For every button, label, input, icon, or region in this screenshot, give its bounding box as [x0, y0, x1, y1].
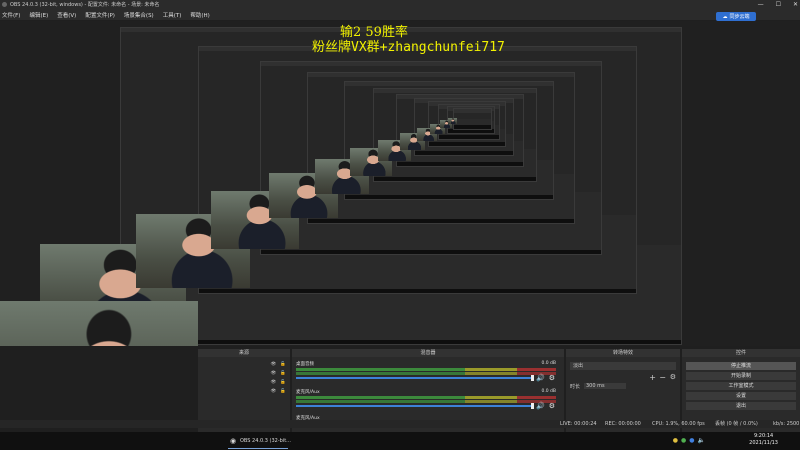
eye-icon[interactable]: 👁 [271, 389, 277, 395]
source-row[interactable]: 👁 🔓 [202, 371, 286, 377]
eye-icon[interactable]: 👁 [271, 371, 277, 377]
plus-icon[interactable]: + [649, 373, 656, 382]
speaker-icon[interactable]: 🔊 [536, 374, 545, 382]
duration-row: 时长 300 ms [570, 383, 676, 391]
volume-meter [296, 372, 556, 375]
lock-icon[interactable]: 🔓 [280, 389, 286, 395]
cpu-fps: CPU: 1.9%, 60.00 fps [652, 421, 705, 427]
maximize-button[interactable]: ☐ [776, 1, 781, 8]
source-row[interactable]: 👁 🔓 [202, 362, 286, 368]
gear-icon[interactable]: ⚙ [549, 374, 555, 382]
mixer-title: 混音器 [292, 349, 564, 357]
volume-slider[interactable] [296, 405, 534, 407]
windows-taskbar: ◉ OBS 24.0.3 (32-bit... ● ● ● 🔈 9:20:14 … [0, 432, 800, 450]
taskbar-obs-label: OBS 24.0.3 (32-bit... [240, 438, 291, 444]
sync-cloud-button[interactable]: ☁ 同步云端 [716, 12, 756, 21]
transition-add-remove: + − ⚙ [570, 373, 676, 382]
eye-icon[interactable]: 👁 [271, 362, 277, 368]
duration-label: 时长 [570, 384, 581, 390]
transitions-title: 转场特效 [566, 349, 680, 357]
speaker-icon[interactable]: 🔊 [536, 402, 545, 410]
menu-help[interactable]: 帮助(H) [190, 11, 209, 19]
exit-button[interactable]: 退出 [686, 402, 796, 410]
gear-icon[interactable]: ⚙ [549, 402, 555, 410]
source-row[interactable]: 👁 🔓 [202, 389, 286, 395]
clock-time: 9:20:14 [753, 433, 774, 439]
volume-meter [296, 400, 556, 403]
rec-timer: REC: 00:00:00 [605, 421, 641, 427]
webcam-feed-main [0, 301, 198, 346]
tray-icon[interactable]: ● [689, 437, 694, 444]
preview-canvas[interactable]: 输2 59胜率 粉丝牌VX群+zhangchunfei717 [0, 21, 800, 346]
close-button[interactable]: ✕ [793, 1, 798, 8]
speaker-icon[interactable]: 🔈 [698, 437, 705, 444]
volume-slider[interactable] [296, 377, 534, 379]
volume-meter [296, 368, 556, 371]
cloud-icon: ☁ [722, 13, 728, 20]
status-bar: LIVE: 00:00:24 REC: 00:00:00 CPU: 1.9%, … [0, 420, 800, 428]
controls-title: 控件 [682, 349, 800, 357]
mixer-track-desktop: 桌面音频 0.0 dB 🔊 ⚙ [296, 361, 556, 383]
sync-cloud-label: 同步云端 [729, 14, 750, 20]
track-db: 0.0 dB [541, 361, 556, 366]
transition-select[interactable]: 淡出 [570, 362, 676, 370]
mixer-track-mic: 麦克风/Aux 0.0 dB 🔊 ⚙ [296, 389, 556, 411]
settings-button[interactable]: 设置 [686, 392, 796, 400]
clock-date: 2021/11/13 [749, 440, 778, 446]
volume-slider-handle[interactable] [531, 403, 534, 409]
tray-icon[interactable]: ● [681, 437, 686, 444]
track-name: 麦克风/Aux [296, 390, 320, 395]
menu-profile[interactable]: 配置文件(P) [85, 11, 115, 19]
stop-streaming-button[interactable]: 停止推流 [686, 362, 796, 370]
title-bar: OBS 24.0.3 (32-bit, windows) - 配置文件: 未命名… [0, 0, 800, 9]
webcam-feed [447, 117, 458, 125]
minus-icon[interactable]: − [659, 373, 666, 382]
track-name: 桌面音频 [296, 362, 314, 367]
lock-icon[interactable]: 🔓 [280, 371, 286, 377]
dropped-frames: 丢帧 (0 帧 / 0.0%) [715, 421, 758, 427]
volume-meter [296, 396, 556, 399]
eye-icon[interactable]: 👁 [271, 380, 277, 386]
menu-bar: 文件(F) 编辑(E) 查看(V) 配置文件(P) 场景集合(S) 工具(T) … [0, 9, 800, 20]
tray-icon[interactable]: ● [673, 437, 678, 444]
source-row[interactable]: 👁 🔓 [202, 380, 286, 386]
taskbar-obs-item[interactable]: ◉ OBS 24.0.3 (32-bit... [228, 434, 291, 449]
duration-input[interactable]: 300 ms [584, 383, 626, 389]
lock-icon[interactable]: 🔓 [280, 362, 286, 368]
menu-scene-collection[interactable]: 场景集合(S) [124, 11, 154, 19]
volume-slider-handle[interactable] [531, 375, 534, 381]
menu-edit[interactable]: 编辑(E) [29, 11, 48, 19]
menu-view[interactable]: 查看(V) [57, 11, 76, 19]
sources-title: 来源 [198, 349, 290, 357]
menu-file[interactable]: 文件(F) [2, 11, 20, 19]
menu-tools[interactable]: 工具(T) [163, 11, 182, 19]
system-tray: ● ● ● 🔈 [673, 437, 705, 444]
studio-mode-button[interactable]: 工作室模式 [686, 382, 796, 390]
stream-overlay-fan-group: 粉丝牌VX群+zhangchunfei717 [312, 40, 505, 55]
obs-icon: ◉ [230, 437, 237, 445]
window-title: OBS 24.0.3 (32-bit, windows) - 配置文件: 未命名… [10, 2, 160, 8]
lock-icon[interactable]: 🔓 [280, 380, 286, 386]
bitrate: kb/s: 2500 [773, 421, 800, 427]
transition-mode: 淡出 [573, 363, 584, 369]
taskbar-clock[interactable]: 9:20:14 2021/11/13 [749, 433, 778, 447]
obs-app-icon [2, 2, 7, 7]
live-timer: LIVE: 00:00:24 [560, 421, 597, 427]
nested-preview-frame [453, 107, 492, 131]
start-recording-button[interactable]: 开始录制 [686, 372, 796, 380]
minimize-button[interactable]: — [758, 1, 764, 8]
gear-icon[interactable]: ⚙ [670, 373, 676, 381]
track-db: 0.0 dB [541, 389, 556, 394]
